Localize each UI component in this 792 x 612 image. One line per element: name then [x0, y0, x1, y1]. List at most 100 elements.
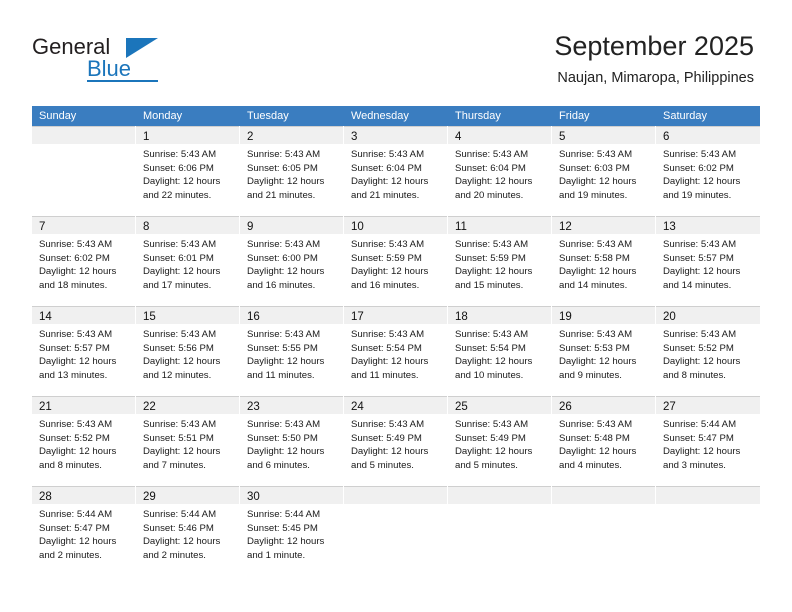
day-cell-21[interactable]: 21 Sunrise: 5:43 AM Sunset: 5:52 PM Dayligh… [32, 396, 136, 486]
day-number-bar: 25 [448, 396, 551, 414]
day-details: Sunrise: 5:43 AM Sunset: 5:58 PM Daylight:… [552, 234, 655, 292]
day-cell-10[interactable]: 10 Sunrise: 5:43 AM Sunset: 5:59 PM Dayligh… [344, 216, 448, 306]
calendar-day-cell: 27 Sunrise: 5:44 AM Sunset: 5:47 PM Dayligh… [656, 396, 760, 486]
day-cell-5[interactable]: 5 Sunrise: 5:43 AM Sunset: 6:03 PM Daylight… [552, 126, 656, 216]
day-number: 12 [559, 221, 572, 233]
day-detail-line: and 20 minutes. [455, 189, 524, 201]
day-cell-13[interactable]: 13 Sunrise: 5:43 AM Sunset: 5:57 PM Dayligh… [656, 216, 760, 306]
day-detail-line: and 14 minutes. [663, 279, 732, 291]
calendar-day-cell: 20 Sunrise: 5:43 AM Sunset: 5:52 PM Dayligh… [656, 306, 760, 396]
day-cell-8[interactable]: 8 Sunrise: 5:43 AM Sunset: 6:01 PM Daylight… [136, 216, 240, 306]
day-cell-9[interactable]: 9 Sunrise: 5:43 AM Sunset: 6:00 PM Daylight… [240, 216, 344, 306]
day-number: 6 [663, 131, 670, 143]
day-cell-29[interactable]: 29 Sunrise: 5:44 AM Sunset: 5:46 PM Dayligh… [136, 486, 240, 576]
day-number-bar: 7 [32, 216, 135, 234]
day-cell-3[interactable]: 3 Sunrise: 5:43 AM Sunset: 6:04 PM Daylight… [344, 126, 448, 216]
day-cell-26[interactable]: 26 Sunrise: 5:43 AM Sunset: 5:48 PM Dayligh… [552, 396, 656, 486]
day-detail-line: Daylight: 12 hours [559, 356, 637, 368]
weekday-header-sunday: Sunday [32, 106, 136, 126]
day-detail-line: and 16 minutes. [351, 279, 420, 291]
calendar-day-cell: 21 Sunrise: 5:43 AM Sunset: 5:52 PM Dayligh… [32, 396, 136, 486]
calendar-day-cell [344, 486, 448, 576]
day-cell-6[interactable]: 6 Sunrise: 5:43 AM Sunset: 6:02 PM Daylight… [656, 126, 760, 216]
day-cell-23[interactable]: 23 Sunrise: 5:43 AM Sunset: 5:50 PM Dayligh… [240, 396, 344, 486]
day-cell-7[interactable]: 7 Sunrise: 5:43 AM Sunset: 6:02 PM Daylight… [32, 216, 136, 306]
calendar-day-cell: 7 Sunrise: 5:43 AM Sunset: 6:02 PM Daylight… [32, 216, 136, 306]
day-detail-line: Sunrise: 5:43 AM [663, 239, 737, 250]
day-number: 8 [143, 221, 150, 233]
day-number: 27 [663, 401, 676, 413]
day-detail-line: Sunrise: 5:43 AM [351, 329, 425, 340]
day-details: Sunrise: 5:43 AM Sunset: 5:57 PM Daylight:… [656, 234, 760, 292]
day-cell-14[interactable]: 14 Sunrise: 5:43 AM Sunset: 5:57 PM Dayligh… [32, 306, 136, 396]
day-cell-18[interactable]: 18 Sunrise: 5:43 AM Sunset: 5:54 PM Dayligh… [448, 306, 552, 396]
day-cell-1[interactable]: 1 Sunrise: 5:43 AM Sunset: 6:06 PM Daylight… [136, 126, 240, 216]
day-cell-12[interactable]: 12 Sunrise: 5:43 AM Sunset: 5:58 PM Dayligh… [552, 216, 656, 306]
general-blue-logo: General Blue [32, 36, 212, 82]
day-cell-empty [656, 486, 760, 576]
day-detail-line: Sunset: 5:56 PM [143, 342, 214, 354]
calendar-day-cell: 11 Sunrise: 5:43 AM Sunset: 5:59 PM Dayligh… [448, 216, 552, 306]
day-detail-line: Sunrise: 5:43 AM [455, 329, 529, 340]
day-detail-line: and 4 minutes. [559, 459, 622, 471]
day-detail-line: and 18 minutes. [39, 279, 108, 291]
day-number-bar [448, 486, 551, 504]
day-detail-line: Sunset: 6:03 PM [559, 162, 630, 174]
day-cell-16[interactable]: 16 Sunrise: 5:43 AM Sunset: 5:55 PM Dayligh… [240, 306, 344, 396]
day-number-bar: 5 [552, 126, 655, 144]
day-cell-15[interactable]: 15 Sunrise: 5:43 AM Sunset: 5:56 PM Dayligh… [136, 306, 240, 396]
calendar-day-cell: 17 Sunrise: 5:43 AM Sunset: 5:54 PM Dayligh… [344, 306, 448, 396]
day-cell-27[interactable]: 27 Sunrise: 5:44 AM Sunset: 5:47 PM Dayligh… [656, 396, 760, 486]
day-detail-line: Sunrise: 5:43 AM [663, 329, 737, 340]
day-detail-line: Sunset: 5:59 PM [455, 252, 526, 264]
day-cell-20[interactable]: 20 Sunrise: 5:43 AM Sunset: 5:52 PM Dayligh… [656, 306, 760, 396]
weekday-header-wednesday: Wednesday [344, 106, 448, 126]
day-number-bar: 21 [32, 396, 135, 414]
day-detail-line: Sunset: 5:54 PM [455, 342, 526, 354]
calendar-day-cell: 28 Sunrise: 5:44 AM Sunset: 5:47 PM Dayligh… [32, 486, 136, 576]
day-detail-line: Sunrise: 5:44 AM [247, 509, 321, 520]
day-detail-line: and 2 minutes. [143, 549, 206, 561]
day-details: Sunrise: 5:43 AM Sunset: 6:00 PM Daylight:… [240, 234, 343, 292]
day-detail-line: Sunset: 5:55 PM [247, 342, 318, 354]
weekday-header-thursday: Thursday [448, 106, 552, 126]
day-detail-line: and 1 minute. [247, 549, 306, 561]
day-detail-line: and 8 minutes. [39, 459, 102, 471]
day-detail-line: Sunrise: 5:44 AM [39, 509, 113, 520]
day-details: Sunrise: 5:43 AM Sunset: 6:02 PM Daylight:… [32, 234, 135, 292]
day-cell-17[interactable]: 17 Sunrise: 5:43 AM Sunset: 5:54 PM Dayligh… [344, 306, 448, 396]
calendar-day-cell: 4 Sunrise: 5:43 AM Sunset: 6:04 PM Daylight… [448, 126, 552, 216]
day-cell-11[interactable]: 11 Sunrise: 5:43 AM Sunset: 5:59 PM Dayligh… [448, 216, 552, 306]
day-cell-24[interactable]: 24 Sunrise: 5:43 AM Sunset: 5:49 PM Dayligh… [344, 396, 448, 486]
calendar-day-cell: 10 Sunrise: 5:43 AM Sunset: 5:59 PM Dayligh… [344, 216, 448, 306]
day-detail-line: Sunrise: 5:43 AM [663, 149, 737, 160]
day-cell-25[interactable]: 25 Sunrise: 5:43 AM Sunset: 5:49 PM Dayligh… [448, 396, 552, 486]
day-cell-22[interactable]: 22 Sunrise: 5:43 AM Sunset: 5:51 PM Dayligh… [136, 396, 240, 486]
day-cell-30[interactable]: 30 Sunrise: 5:44 AM Sunset: 5:45 PM Dayligh… [240, 486, 344, 576]
calendar-page: General Blue September 2025 Naujan, Mima… [0, 0, 792, 612]
day-detail-line: Sunrise: 5:43 AM [455, 419, 529, 430]
day-detail-line: Sunrise: 5:43 AM [143, 149, 217, 160]
day-detail-line: Daylight: 12 hours [351, 446, 429, 458]
day-detail-line: Sunrise: 5:43 AM [559, 329, 633, 340]
day-detail-line: Daylight: 12 hours [559, 176, 637, 188]
day-detail-line: Sunset: 6:05 PM [247, 162, 318, 174]
day-cell-empty [448, 486, 552, 576]
day-details: Sunrise: 5:43 AM Sunset: 6:03 PM Daylight:… [552, 144, 655, 202]
day-cell-empty [32, 126, 136, 216]
page-header: General Blue September 2025 Naujan, Mima… [0, 0, 792, 102]
day-cell-4[interactable]: 4 Sunrise: 5:43 AM Sunset: 6:04 PM Daylight… [448, 126, 552, 216]
day-detail-line: Daylight: 12 hours [247, 266, 325, 278]
day-cell-2[interactable]: 2 Sunrise: 5:43 AM Sunset: 6:05 PM Daylight… [240, 126, 344, 216]
day-cell-19[interactable]: 19 Sunrise: 5:43 AM Sunset: 5:53 PM Dayligh… [552, 306, 656, 396]
day-detail-line: Daylight: 12 hours [143, 176, 221, 188]
day-detail-line: and 8 minutes. [663, 369, 726, 381]
day-detail-line: Daylight: 12 hours [455, 176, 533, 188]
calendar-day-cell: 15 Sunrise: 5:43 AM Sunset: 5:56 PM Dayligh… [136, 306, 240, 396]
calendar-week-row: 21 Sunrise: 5:43 AM Sunset: 5:52 PM Dayligh… [32, 396, 760, 486]
day-detail-line: and 22 minutes. [143, 189, 212, 201]
day-details [656, 504, 760, 508]
day-detail-line: Daylight: 12 hours [559, 446, 637, 458]
day-cell-28[interactable]: 28 Sunrise: 5:44 AM Sunset: 5:47 PM Dayligh… [32, 486, 136, 576]
day-number: 15 [143, 311, 156, 323]
